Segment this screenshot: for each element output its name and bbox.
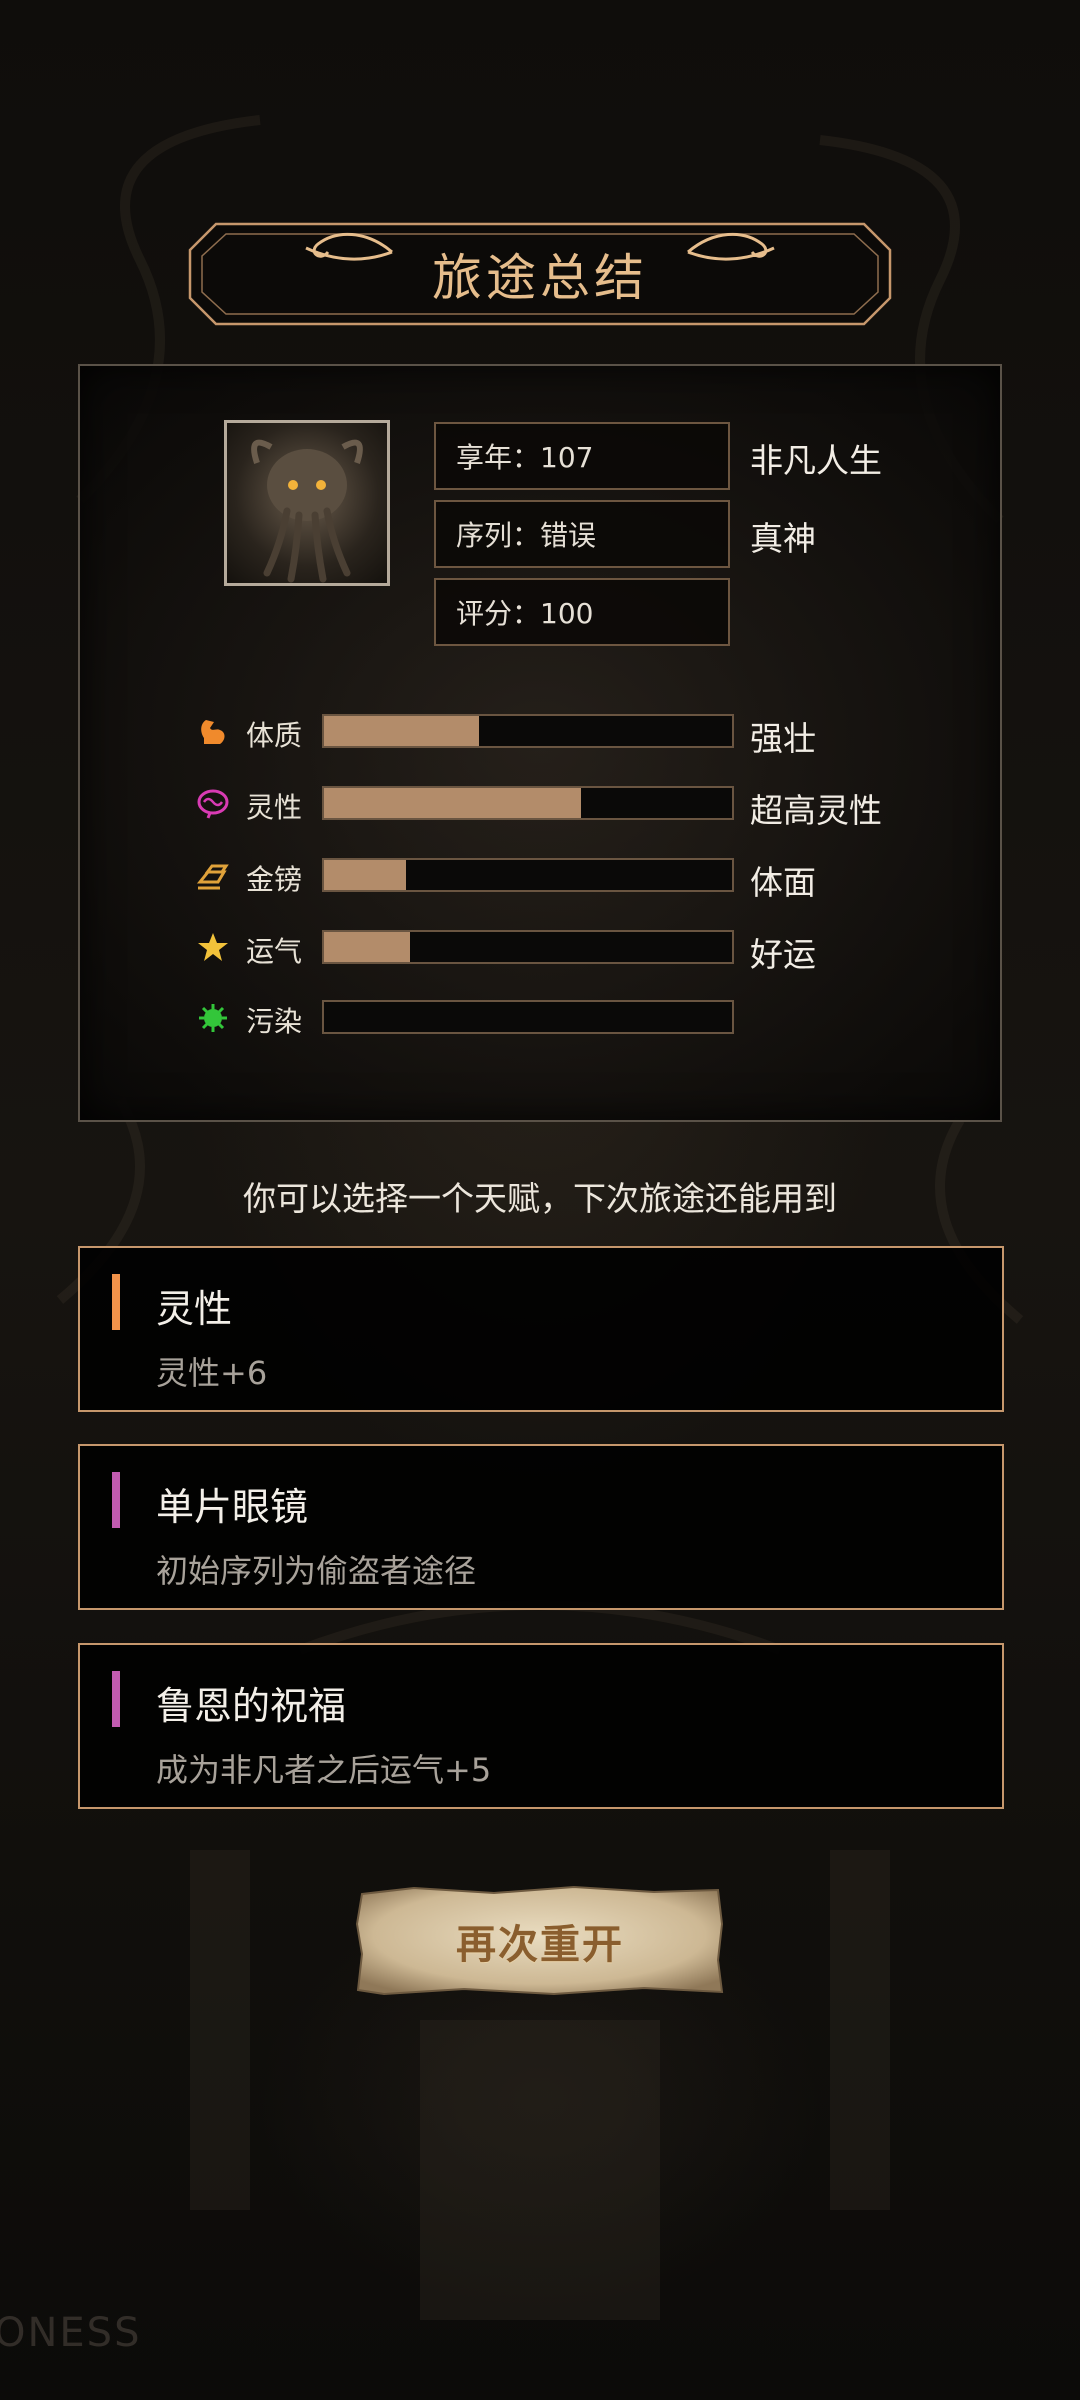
stat-bar-money <box>322 858 734 892</box>
info-age-label: 享年：107 <box>456 441 594 474</box>
stat-tag-money: 体面 <box>750 863 816 902</box>
page-title: 旅途总结 <box>432 249 648 307</box>
info-sequence-tag: 真神 <box>750 519 816 558</box>
stat-tag-spirituality: 超高灵性 <box>750 791 882 830</box>
stat-fill-money <box>324 860 406 890</box>
talent-prompt: 你可以选择一个天赋，下次旅途还能用到 <box>243 1179 837 1218</box>
brain-icon <box>197 789 229 819</box>
talent-desc: 初始序列为偷盗者途径 <box>156 1552 477 1590</box>
stat-bar-pollution <box>322 1000 734 1034</box>
stat-label-pollution: 污染 <box>246 1005 303 1038</box>
stat-fill-luck <box>324 932 410 962</box>
gold-bars-icon <box>196 864 229 890</box>
talent-card-monocle[interactable]: 单片眼镜 初始序列为偷盗者途径 <box>78 1444 1004 1610</box>
info-sequence: 序列：错误 <box>434 500 730 568</box>
info-score: 评分：100 <box>434 578 730 646</box>
talent-accent-bar <box>112 1671 120 1727</box>
stat-label-luck: 运气 <box>246 935 303 968</box>
star-icon <box>198 933 228 961</box>
talent-card-spirituality[interactable]: 灵性 灵性+6 <box>78 1246 1004 1412</box>
stat-tag-constitution: 强壮 <box>750 719 816 758</box>
virus-icon <box>199 1004 227 1032</box>
talent-name: 鲁恩的祝福 <box>156 1684 347 1728</box>
info-sequence-label: 序列：错误 <box>456 519 597 552</box>
stat-label-constitution: 体质 <box>246 719 303 752</box>
info-age-tag: 非凡人生 <box>750 441 882 480</box>
stat-bar-constitution <box>322 714 734 748</box>
stat-label-money: 金镑 <box>246 863 303 896</box>
talent-accent-bar <box>112 1274 120 1330</box>
restart-label: 再次重开 <box>456 1921 624 1968</box>
cthulhu-portrait-icon <box>251 439 363 583</box>
info-age: 享年：107 <box>434 422 730 490</box>
stat-bar-luck <box>322 930 734 964</box>
stat-bar-spirituality <box>322 786 734 820</box>
stat-fill-constitution <box>324 716 480 746</box>
watermark-text: ONESS <box>0 2310 142 2356</box>
talent-card-loen-blessing[interactable]: 鲁恩的祝福 成为非凡者之后运气+5 <box>78 1643 1004 1809</box>
talent-desc: 成为非凡者之后运气+5 <box>156 1751 492 1789</box>
muscle-icon <box>201 720 225 744</box>
info-score-label: 评分：100 <box>456 597 594 630</box>
talent-name: 灵性 <box>156 1287 233 1331</box>
stat-fill-spirituality <box>324 788 582 818</box>
title-banner: 旅途总结 <box>188 222 892 326</box>
talent-accent-bar <box>112 1472 120 1528</box>
talent-desc: 灵性+6 <box>156 1354 268 1392</box>
restart-button[interactable]: 再次重开 <box>354 1884 726 1998</box>
character-portrait <box>224 420 390 586</box>
stat-tag-luck: 好运 <box>750 935 816 974</box>
talent-name: 单片眼镜 <box>156 1485 309 1529</box>
stat-label-spirituality: 灵性 <box>246 791 303 824</box>
